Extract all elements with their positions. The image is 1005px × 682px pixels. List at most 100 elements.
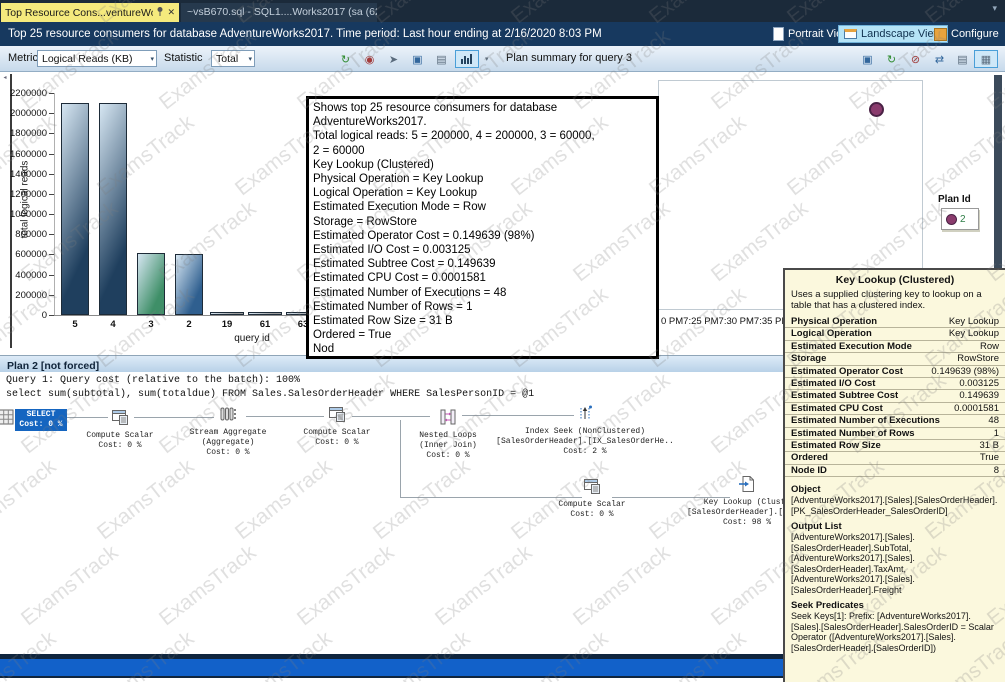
plan-grid-icon[interactable]: ▤ [953, 50, 972, 68]
property-value: 8 [994, 465, 999, 476]
property-row: Estimated Number of Executions 48 [785, 415, 1005, 427]
property-row: Node ID 8 [785, 465, 1005, 477]
overlay-line: Physical Operation = Key Lookup [313, 172, 656, 186]
landscape-view-icon [844, 29, 857, 39]
property-row: Estimated Operator Cost0.149639 (98%) [785, 366, 1005, 378]
property-label: Estimated Execution Mode [791, 341, 912, 352]
query-store-window: Top Resource Cons...ventureWorks2017] ✕ … [0, 0, 1005, 682]
property-section-text: [AdventureWorks2017].[Sales].[SalesOrder… [791, 495, 999, 516]
compute-scalar-icon [583, 477, 601, 495]
tab-overflow-icon[interactable]: ▾ [992, 3, 997, 14]
property-section-title: Output List [791, 521, 999, 532]
metric-label: Metric [8, 46, 38, 71]
track-query-icon[interactable]: ◉ [360, 50, 379, 68]
properties-title: Key Lookup (Clustered) [785, 270, 1005, 286]
overlay-line: Estimated CPU Cost = 0.0001581 [313, 271, 656, 285]
chart-view-icon[interactable] [455, 50, 479, 68]
compute-scalar-icon [111, 408, 129, 426]
metric-dropdown[interactable]: Logical Reads (KB) ▾ [37, 50, 157, 67]
plan-node-line: Cost: 0 % [133, 448, 323, 458]
property-label: Estimated Number of Executions [791, 415, 940, 426]
overlay-line: Estimated Execution Mode = Row [313, 200, 656, 214]
overlay-line: 2 = 60000 [313, 144, 656, 158]
property-row: Estimated Number of Rows 1 [785, 428, 1005, 440]
document-tab-strip: Top Resource Cons...ventureWorks2017] ✕ … [0, 0, 1005, 22]
chevron-down-icon[interactable]: ▾ [485, 55, 489, 63]
pin-icon[interactable] [156, 6, 164, 19]
overlay-line: Shows top 25 resource consumers for data… [313, 101, 656, 115]
tab-sql-query[interactable]: ~vsB670.sql - SQL1....Works2017 (sa (62)… [181, 3, 377, 22]
index-seek-icon [576, 404, 594, 422]
properties-rows: Physical OperationKey LookupLogical Oper… [785, 316, 1005, 477]
property-value: 0.0001581 [954, 403, 999, 414]
property-value: Key Lookup [949, 316, 999, 327]
property-section-title: Object [791, 484, 999, 495]
overlay-line: Estimated Operator Cost = 0.149639 (98%) [313, 229, 656, 243]
property-value: True [980, 452, 999, 463]
property-value: 31 B [979, 440, 999, 451]
statistic-label: Statistic [164, 46, 203, 71]
report-title: Top 25 resource consumers for database A… [8, 22, 602, 46]
property-section-title: Seek Predicates [791, 600, 999, 611]
grid-view-icon[interactable]: ▤ [432, 50, 451, 68]
plan-node-line: Index Seek (NonClustered) [490, 427, 680, 437]
unforce-plan-icon[interactable]: ⇄ [930, 50, 949, 68]
chart-toolbar: Metric Logical Reads (KB) ▾ Statistic To… [0, 46, 1005, 72]
property-row: Logical OperationKey Lookup [785, 328, 1005, 340]
property-row: Estimated I/O Cost0.003125 [785, 378, 1005, 390]
property-row: Estimated CPU Cost 0.0001581 [785, 403, 1005, 415]
compute-scalar-icon [328, 405, 346, 423]
property-row: OrderedTrue [785, 452, 1005, 464]
overlay-line: Logical Operation = Key Lookup [313, 186, 656, 200]
plan-chart-icon[interactable]: ▦ [974, 50, 998, 68]
property-label: Storage [791, 353, 826, 364]
overlay-line: Estimated I/O Cost = 0.003125 [313, 243, 656, 257]
property-label: Node ID [791, 465, 827, 476]
overlay-line: Ordered = True [313, 328, 656, 342]
portrait-view-icon [773, 27, 784, 41]
compare-plans-icon[interactable]: ↻ [882, 50, 901, 68]
shortcut-icon[interactable]: ▣ [858, 50, 877, 68]
overlay-line: Estimated Number of Rows = 1 [313, 300, 656, 314]
plan-node-is[interactable]: Index Seek (NonClustered)[SalesOrderHead… [490, 404, 680, 457]
tab-label: Top Resource Cons...ventureWorks2017] [5, 7, 153, 19]
property-value: RowStore [957, 353, 999, 364]
operator-properties-panel: Key Lookup (Clustered) Uses a supplied c… [783, 268, 1005, 682]
chevron-down-icon: ▾ [248, 52, 252, 68]
stream-aggregate-icon [219, 405, 237, 423]
pointer-icon[interactable]: ➤ [384, 50, 403, 68]
property-value: 0.003125 [959, 378, 999, 389]
statistic-dropdown[interactable]: Total ▾ [211, 50, 255, 67]
property-value: Row [980, 341, 999, 352]
property-label: Estimated Operator Cost [791, 366, 903, 377]
property-label: Physical Operation [791, 316, 877, 327]
overlay-line: Estimated Row Size = 31 B [313, 314, 656, 328]
tab-top-resource-consumers[interactable]: Top Resource Cons...ventureWorks2017] ✕ [1, 3, 179, 22]
property-row: Estimated Row Size 31 B [785, 440, 1005, 452]
window-layout-icon[interactable]: ▣ [408, 50, 427, 68]
annotation-overlay-box: Shows top 25 resource consumers for data… [306, 96, 659, 359]
property-value: 1 [994, 428, 999, 439]
property-row: Estimated Subtree Cost0.149639 [785, 390, 1005, 402]
overlay-line: Estimated Subtree Cost = 0.149639 [313, 257, 656, 271]
properties-sections: Object[AdventureWorks2017].[Sales].[Sale… [785, 477, 1005, 657]
property-row: Estimated Execution Mode Row [785, 341, 1005, 353]
property-label: Estimated Row Size [791, 440, 881, 451]
property-label: Estimated CPU Cost [791, 403, 883, 414]
property-label: Logical Operation [791, 328, 872, 339]
chevron-down-icon: ▾ [150, 52, 154, 68]
statistic-value: Total [216, 53, 238, 65]
property-label: Estimated Number of Rows [791, 428, 915, 439]
configure-button[interactable]: Configure [929, 25, 1004, 43]
overlay-line: Nod [313, 342, 656, 356]
force-plan-icon[interactable]: ⊘ [906, 50, 925, 68]
nested-loops-icon [439, 408, 457, 426]
overlay-line: AdventureWorks2017. [313, 115, 656, 129]
configure-icon [934, 28, 947, 41]
overlay-line: Estimated Number of Executions = 48 [313, 286, 656, 300]
property-section-text: Seek Keys[1]: Prefix: [AdventureWorks201… [791, 611, 999, 653]
close-icon[interactable]: ✕ [167, 7, 175, 18]
refresh-icon[interactable]: ↻ [336, 50, 355, 68]
property-section-text: [AdventureWorks2017].[Sales].[SalesOrder… [791, 532, 999, 595]
property-value: 48 [988, 415, 999, 426]
